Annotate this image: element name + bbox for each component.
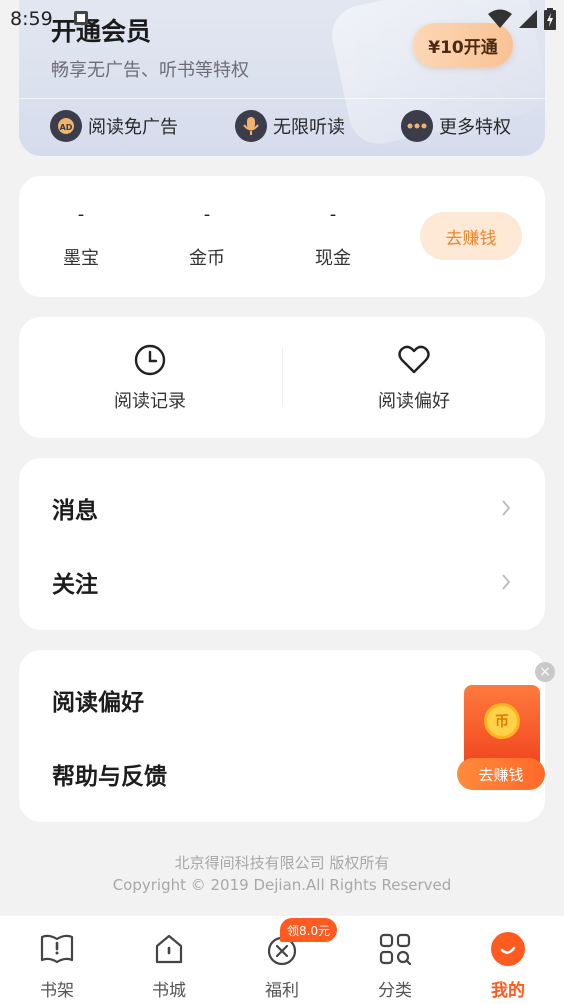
microphone-icon: [235, 110, 267, 142]
nav-label: 书架: [40, 981, 74, 1001]
stat-label: 现金: [315, 248, 351, 269]
floating-red-packet[interactable]: 币: [464, 685, 540, 769]
reading-preference-label: 阅读偏好: [378, 391, 450, 412]
nav-label: 分类: [378, 981, 412, 1001]
grid-search-icon: [379, 933, 411, 965]
stat-cash[interactable]: - 现金: [293, 204, 373, 270]
perk-unlimited-listen[interactable]: 无限听读: [235, 110, 345, 142]
stat-coins[interactable]: - 金币: [167, 204, 247, 270]
app-notification-icon: [74, 11, 88, 25]
wallet-card: - 墨宝 - 金币 - 现金 去赚钱: [19, 176, 545, 297]
wifi-icon: [488, 9, 512, 28]
nav-bookstore[interactable]: 书城: [129, 930, 209, 1001]
nav-label: 书城: [152, 981, 186, 1001]
chevron-right-icon: [502, 500, 511, 516]
menu-item-label: 消息: [52, 498, 98, 524]
profile-icon: [491, 932, 525, 966]
signal-icon: [519, 10, 537, 28]
status-icons: [488, 8, 556, 30]
stat-label: 墨宝: [63, 248, 99, 269]
coin-icon: 币: [484, 703, 520, 739]
perk-label: 阅读免广告: [88, 117, 178, 138]
heart-icon: [398, 345, 430, 374]
battery-icon: [544, 8, 556, 30]
vip-divider: [19, 98, 545, 99]
perk-ad-free[interactable]: AD 阅读免广告: [50, 110, 178, 142]
close-icon[interactable]: ×: [535, 662, 555, 682]
menu-item-follow[interactable]: 关注: [19, 545, 545, 619]
menu-card-1: 消息 关注: [19, 458, 545, 630]
menu-item-label: 帮助与反馈: [52, 764, 167, 790]
menu-item-label: 阅读偏好: [52, 690, 144, 716]
nav-label: 福利: [265, 981, 299, 1001]
divider: [282, 347, 283, 407]
perk-more[interactable]: 更多特权: [401, 110, 511, 142]
earn-money-button[interactable]: 去赚钱: [420, 212, 522, 260]
home-icon: [155, 934, 183, 964]
stat-mobao[interactable]: - 墨宝: [41, 204, 121, 270]
status-time: 8:59: [10, 8, 53, 30]
nav-category[interactable]: 分类: [355, 930, 435, 1001]
footer-copyright: Copyright © 2019 Dejian.All Rights Reser…: [112, 876, 452, 894]
nav-label: 我的: [491, 981, 525, 1001]
more-dots-icon: [401, 110, 433, 142]
menu-item-label: 关注: [52, 572, 98, 598]
clock-icon: [134, 344, 166, 376]
vip-subtitle: 畅享无广告、听书等特权: [51, 60, 249, 81]
stat-value: -: [77, 204, 85, 225]
perk-label: 更多特权: [439, 117, 511, 138]
stat-label: 金币: [189, 248, 225, 269]
welfare-badge: 领8.0元: [280, 918, 338, 942]
stat-value: -: [329, 204, 337, 225]
chevron-right-icon: [502, 574, 511, 590]
reading-preference-button[interactable]: 阅读偏好: [314, 343, 514, 413]
footer-company: 北京得间科技有限公司 版权所有: [174, 854, 390, 872]
nav-bookshelf[interactable]: 书架: [17, 930, 97, 1001]
reading-history-button[interactable]: 阅读记录: [50, 343, 250, 413]
ad-icon: AD: [50, 110, 82, 142]
perk-label: 无限听读: [273, 117, 345, 138]
floating-earn-button[interactable]: 去赚钱: [457, 758, 545, 790]
status-bar: 8:59: [0, 0, 564, 36]
stat-value: -: [203, 204, 211, 225]
nav-mine[interactable]: 我的: [468, 930, 548, 1001]
menu-item-messages[interactable]: 消息: [19, 471, 545, 545]
svg-text:AD: AD: [60, 123, 73, 132]
reading-card: 阅读记录 阅读偏好: [19, 317, 545, 438]
bookshelf-icon: [40, 934, 74, 964]
reading-history-label: 阅读记录: [114, 391, 186, 412]
